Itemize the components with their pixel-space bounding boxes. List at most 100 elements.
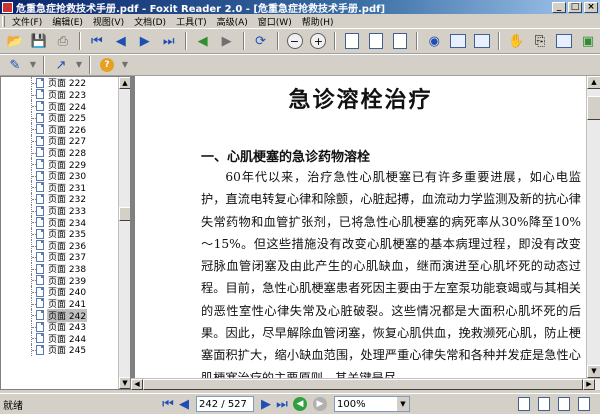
view-continuous-icon[interactable] (538, 397, 550, 411)
doc-scroll-left-icon[interactable]: ◀ (131, 379, 143, 390)
tree-item[interactable]: 页面 222 (1, 77, 119, 89)
status-last-page-icon[interactable]: ⏭ (274, 397, 290, 412)
annotation-dropdown-icon[interactable]: ▼ (29, 56, 37, 74)
menu-edit[interactable]: 编辑(E) (47, 15, 88, 28)
menu-help[interactable]: 帮助(H) (297, 15, 339, 28)
image-icon[interactable]: ▣ (578, 32, 598, 50)
page-icon (36, 240, 44, 251)
doc-scroll-right-icon[interactable]: ▶ (583, 379, 595, 390)
status-go-back-icon[interactable]: ◀ (293, 397, 307, 411)
main-toolbar: 📂 💾 ⎙ ⏮ ◀ ▶ ⏭ ◀ ▶ ⟳ − + ◉ ✋ ⎘ ▣ (0, 28, 600, 54)
view-continuous-facing-icon[interactable] (578, 397, 590, 411)
status-prev-page-icon[interactable]: ◀ (176, 397, 192, 412)
tree-item[interactable]: 页面 227 (1, 135, 119, 147)
tree-scrollbar[interactable]: ▲ ▼ (118, 77, 130, 389)
zoom-dropdown-icon[interactable]: ▼ (397, 397, 409, 411)
page-icon (36, 321, 44, 332)
help-dropdown-icon[interactable]: ▼ (121, 56, 129, 74)
doc-scroll-thumb[interactable] (587, 96, 600, 120)
tree-item[interactable]: 页面 230 (1, 169, 119, 182)
pdf-page: 急诊溶栓治疗 一、心肌梗塞的急诊药物溶栓 60年代以来，治疗急性心肌梗塞已有许多… (135, 76, 586, 378)
page-icon (36, 333, 44, 344)
tree-item[interactable]: 页面 225 (1, 111, 119, 124)
fit-page-icon[interactable] (472, 32, 492, 50)
tree-item[interactable]: 页面 223 (1, 88, 119, 101)
snapshot-icon[interactable] (554, 32, 574, 50)
menu-document[interactable]: 文档(D) (129, 15, 171, 28)
single-page-icon[interactable] (342, 32, 362, 50)
status-go-forward-icon[interactable]: ▶ (313, 397, 327, 411)
tree-item[interactable]: 页面 233 (1, 204, 119, 217)
page-icon (36, 89, 44, 100)
save-icon[interactable]: 💾 (29, 32, 49, 50)
select-text-icon[interactable]: ⎘ (530, 32, 550, 50)
tree-item[interactable]: 页面 226 (1, 123, 119, 136)
page-icon (36, 298, 44, 309)
view-facing-icon[interactable] (558, 397, 570, 411)
help-icon[interactable]: ? (97, 56, 117, 74)
maximize-button[interactable]: □ (568, 1, 582, 13)
close-button[interactable]: × (584, 1, 598, 13)
annotation-icon[interactable]: ✎ (5, 56, 25, 74)
tree-item[interactable]: 页面 239 (1, 274, 119, 287)
doc-hscroll-thumb[interactable] (143, 379, 583, 390)
first-page-icon[interactable]: ⏮ (87, 32, 107, 50)
tree-scroll-thumb[interactable] (119, 207, 130, 221)
zoom-select[interactable]: 100% ▼ (334, 396, 410, 412)
tree-scroll-down-icon[interactable]: ▼ (119, 377, 130, 389)
go-back-icon[interactable]: ◀ (193, 32, 213, 50)
tree-scroll-up-icon[interactable]: ▲ (119, 77, 130, 89)
facing-icon[interactable] (390, 32, 410, 50)
next-page-icon[interactable]: ▶ (135, 32, 155, 50)
view-single-icon[interactable] (518, 397, 530, 411)
tree-item[interactable]: 页面 232 (1, 193, 119, 205)
menu-window[interactable]: 窗口(W) (253, 15, 297, 28)
menu-file[interactable]: 文件(F) (7, 15, 47, 28)
tree-item[interactable]: 页面 228 (1, 146, 119, 159)
zoom-value: 100% (337, 398, 366, 410)
tree-item[interactable]: 页面 231 (1, 181, 119, 194)
zoom-out-icon[interactable]: − (285, 32, 305, 50)
tree-item[interactable]: 页面 224 (1, 100, 119, 113)
doc-scroll-up-icon[interactable]: ▲ (587, 76, 600, 89)
status-next-page-icon[interactable]: ▶ (258, 397, 274, 412)
status-first-page-icon[interactable]: ⏮ (160, 397, 176, 412)
tree-item[interactable]: 页面 241 (1, 297, 119, 310)
tree-item[interactable]: 页面 235 (1, 227, 119, 240)
go-forward-icon[interactable]: ▶ (217, 32, 237, 50)
open-icon[interactable]: 📂 (5, 32, 25, 50)
list-icon[interactable] (448, 32, 468, 50)
page-icon (36, 77, 44, 88)
doc-scroll-down-icon[interactable]: ▼ (587, 365, 600, 378)
tree-item[interactable]: 页面 245 (1, 344, 119, 356)
print-icon[interactable]: ⎙ (53, 32, 73, 50)
minimize-button[interactable]: _ (552, 1, 566, 13)
document-hscrollbar[interactable]: ◀ ▶ (131, 378, 600, 390)
last-page-icon[interactable]: ⏭ (159, 32, 179, 50)
menu-view[interactable]: 视图(V) (88, 15, 129, 28)
hand-tool-icon[interactable]: ✋ (506, 32, 526, 50)
find-icon[interactable]: ◉ (424, 32, 444, 50)
menu-advanced[interactable]: 高级(A) (212, 15, 253, 28)
arrow-dropdown-icon[interactable]: ▼ (75, 56, 83, 74)
tree-item[interactable]: 页面 236 (1, 239, 119, 252)
rotate-icon[interactable]: ⟳ (251, 32, 271, 50)
prev-page-icon[interactable]: ◀ (111, 32, 131, 50)
tree-item[interactable]: 页面 234 (1, 216, 119, 229)
zoom-in-icon[interactable]: + (308, 32, 328, 50)
page-number-input[interactable]: 242 / 527 (196, 396, 254, 412)
tree-item[interactable]: 页面 244 (1, 332, 119, 345)
arrow-tool-icon[interactable]: ↗ (51, 56, 71, 74)
tree-item[interactable]: 页面 238 (1, 262, 119, 275)
tree-item[interactable]: 页面 237 (1, 251, 119, 263)
tree-item[interactable]: 页面 243 (1, 320, 119, 333)
page-icon (36, 170, 44, 181)
title-bar: 危重急症抢救技术手册.pdf - Foxit Reader 2.0 - [危重急… (0, 0, 600, 15)
continuous-icon[interactable] (366, 32, 386, 50)
toolbar-separator (498, 32, 501, 50)
tree-item[interactable]: 页面 242 (1, 308, 119, 322)
document-vscrollbar[interactable]: ▲ ▼ (586, 76, 600, 378)
menu-tools[interactable]: 工具(T) (171, 15, 212, 28)
tree-item[interactable]: 页面 229 (1, 158, 119, 171)
tree-item[interactable]: 页面 240 (1, 285, 119, 298)
